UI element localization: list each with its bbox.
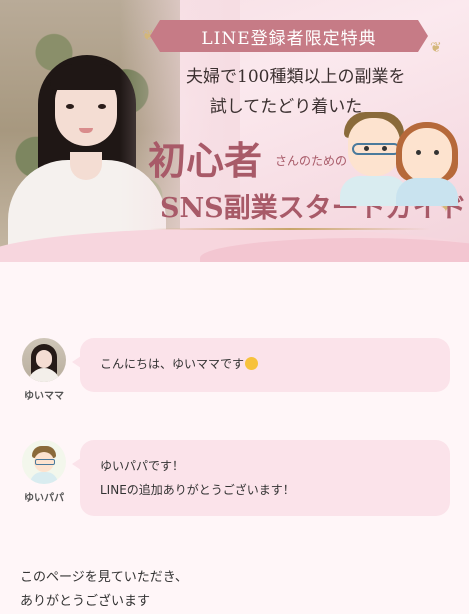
message-bubble: ゆいパパです！ LINEの追加ありがとうございます！ xyxy=(72,440,450,516)
hero-title-for: さんのための xyxy=(275,154,348,168)
message-text: LINEの追加ありがとうございます！ xyxy=(100,483,295,497)
sender-name: ゆいママ xyxy=(24,391,64,402)
limited-offer-badge: LINE登録者限定特典 xyxy=(150,20,428,52)
woman-bangs xyxy=(50,64,122,90)
cartoon-woman-body xyxy=(396,178,458,206)
intro-line: ありがとうございます xyxy=(20,594,151,609)
hero-title-beginner: 初心者 xyxy=(148,138,263,183)
title-underline xyxy=(150,228,430,230)
message-text: こんにちは、ゆいママです xyxy=(100,357,245,371)
avatar-papa[interactable] xyxy=(22,440,66,484)
cartoon-woman-face xyxy=(402,128,452,182)
sparkle-icon: ❦ xyxy=(430,40,442,56)
message-text: ゆいパパです！ xyxy=(100,459,185,473)
cartoon-eye xyxy=(364,146,369,151)
avatar-body xyxy=(30,472,58,484)
cartoon-eye xyxy=(416,150,421,155)
woman-eye xyxy=(98,104,106,109)
avatar-mama[interactable] xyxy=(22,338,66,382)
intro-line: このページを見ていただき、 xyxy=(20,570,188,585)
message-bubble: こんにちは、ゆいママです xyxy=(72,338,450,392)
cartoon-man-glasses xyxy=(352,143,400,155)
cartoon-eye xyxy=(382,146,387,151)
intro-text: このページを見ていただき、 ありがとうございます xyxy=(20,566,188,614)
avatar-glasses xyxy=(35,459,55,465)
hero-subtitle-1: 夫婦で100種類以上の副業を xyxy=(186,67,406,87)
smile-emoji-icon xyxy=(245,357,259,370)
hero-banner: ❦ ❦ ✦ LINE登録者限定特典 夫婦で100種類以上の副業を 試してたどり着… xyxy=(0,0,469,262)
avatar-face xyxy=(36,350,52,368)
sender-name: ゆいパパ xyxy=(24,493,64,504)
cartoon-eye xyxy=(434,150,439,155)
woman-eye xyxy=(66,104,74,109)
